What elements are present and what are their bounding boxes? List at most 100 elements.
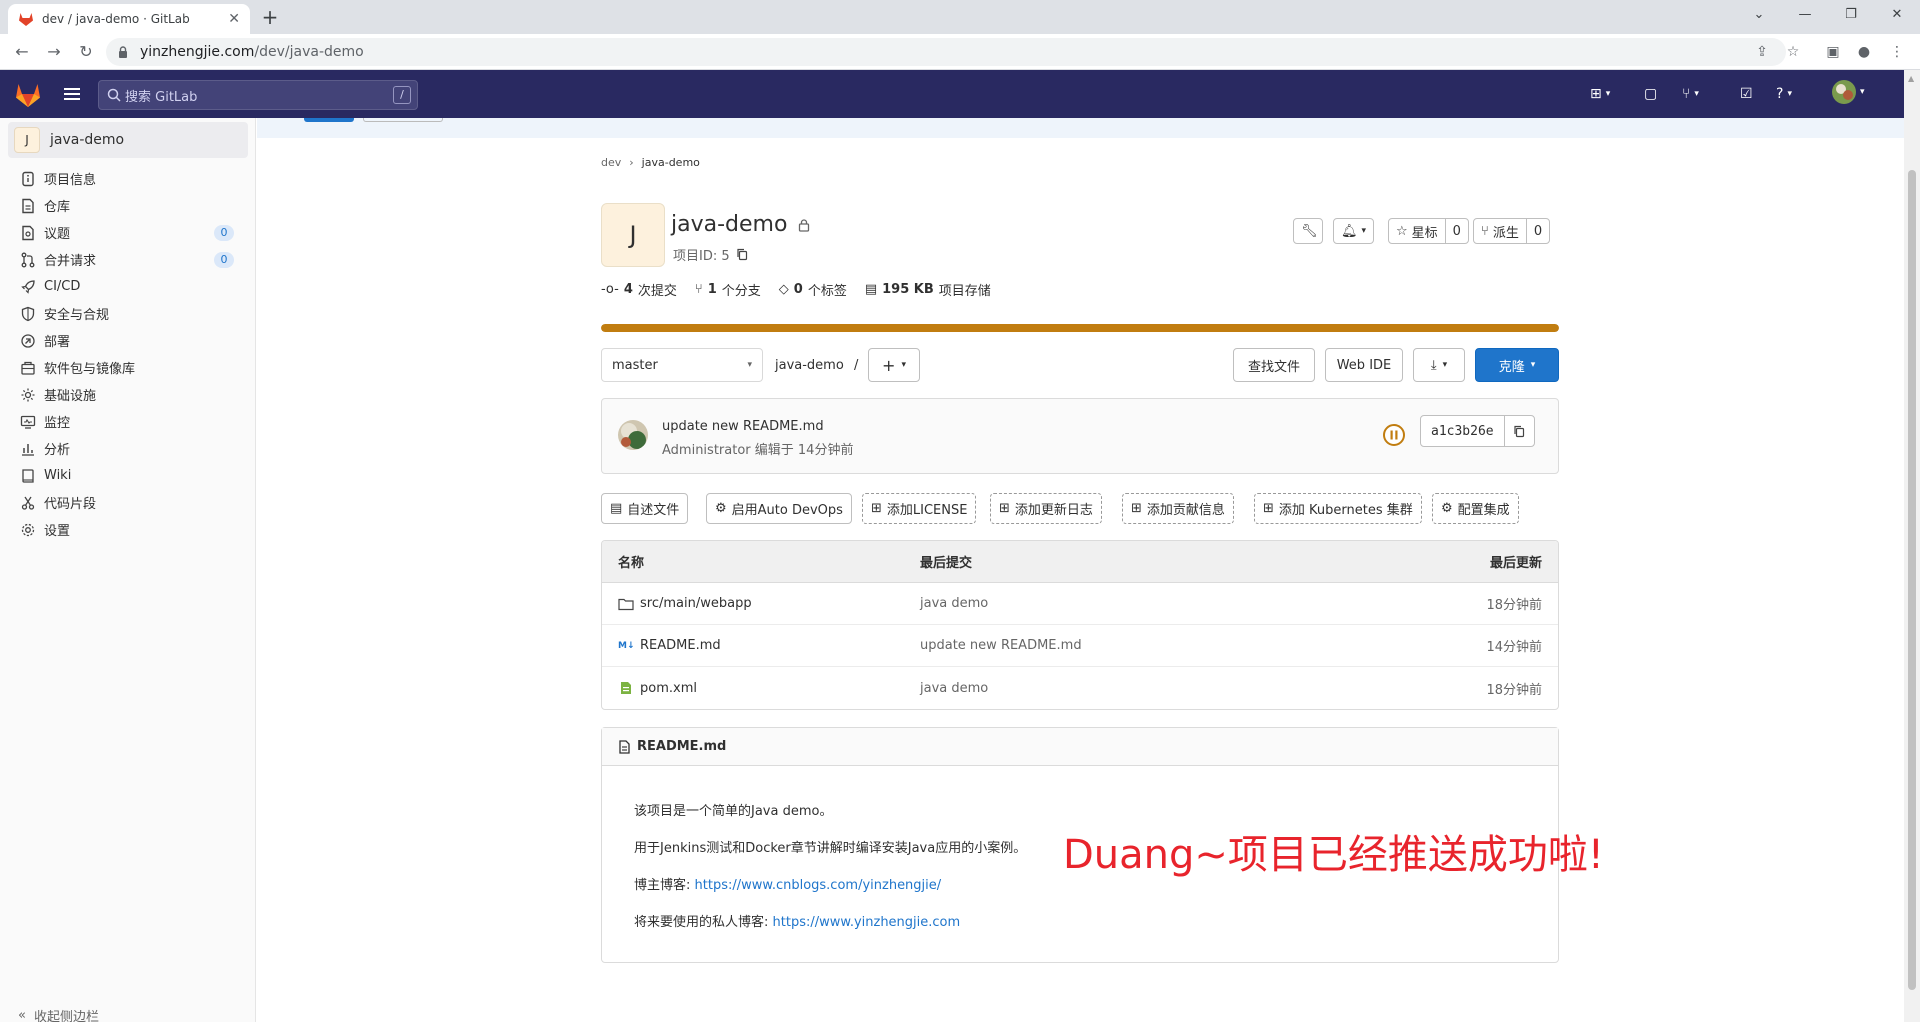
pipeline-status-icon[interactable] [1382,423,1406,447]
gitlab-logo-icon[interactable] [14,82,42,108]
add-to-tree-dropdown[interactable]: + ▾ [868,348,920,382]
back-icon[interactable]: ← [10,40,34,64]
banner-button-primary[interactable] [304,118,354,122]
breadcrumb-project-link[interactable]: java-demo [642,156,700,169]
commit-author-avatar[interactable] [618,420,648,450]
add-license-button[interactable]: ⊞ 添加LICENSE [862,493,977,524]
clone-dropdown[interactable]: 克隆 ▾ [1475,348,1559,382]
table-row[interactable]: pom.xml java demo 18分钟前 [602,667,1558,709]
star-count[interactable]: 0 [1444,219,1468,243]
chart-icon [22,443,34,456]
share-icon[interactable]: ⇪ [1752,42,1772,62]
scroll-up-icon[interactable]: ▲ [1908,74,1914,83]
breadcrumb-group-link[interactable]: dev [601,156,621,169]
page-scrollbar[interactable]: ▲ [1904,70,1920,1022]
url-field[interactable]: yinzhengjie.com/dev/java-demo [106,38,1786,66]
todo-icon[interactable]: ☑ [1740,84,1753,104]
file-name-link[interactable]: README.md [640,638,721,653]
last-commit-panel: update new README.md Administrator 编辑于 1… [601,398,1559,474]
fork-icon: ⑂ [1481,223,1489,239]
file-name-link[interactable]: src/main/webapp [640,596,752,611]
notification-dropdown[interactable]: 🔔︎ ▾ [1333,218,1375,244]
side-panel-icon[interactable]: ▣ [1823,42,1843,62]
blog-link[interactable]: https://www.cnblogs.com/yinzhengjie/ [695,878,942,893]
commit-meta: Administrator 编辑于 14分钟前 [662,439,853,458]
fork-count[interactable]: 0 [1525,219,1549,243]
help-dropdown[interactable]: ? ▾ [1776,84,1792,104]
merge-requests-dropdown[interactable]: ⑂ ▾ [1682,84,1699,104]
hamburger-menu-icon[interactable] [62,84,82,104]
readme-title-link[interactable]: README.md [637,739,726,754]
file-commit-link[interactable]: update new README.md [920,638,1358,653]
gear-icon: ⚙ [715,501,727,516]
close-window-button[interactable]: ✕ [1874,0,1920,30]
restore-button[interactable]: ❐ [1828,0,1874,30]
chevron-down-icon: ▾ [747,360,752,370]
readme-quick-button[interactable]: ▤ 自述文件 [601,493,689,524]
profile-icon[interactable]: ● [1854,42,1874,62]
merge-request-icon [21,252,35,267]
search-input[interactable]: 搜索 GitLab / [98,80,418,110]
sidebar-project-header[interactable]: J java-demo [8,122,248,158]
add-changelog-button[interactable]: ⊞ 添加更新日志 [990,493,1102,524]
monitor-icon [20,415,36,429]
commit-title-link[interactable]: update new README.md [662,419,824,434]
auto-devops-button[interactable]: ⚙ 启用Auto DevOps [706,493,852,524]
file-commit-link[interactable]: java demo [920,596,1358,611]
commit-sha[interactable]: a1c3b26e [1421,424,1504,439]
copy-sha-button[interactable] [1503,416,1534,446]
branches-stat[interactable]: ⑂ 1 个分支 [695,280,761,299]
xml-file-icon [621,682,631,694]
tags-stat[interactable]: ◇ 0 个标签 [779,280,847,299]
browser-tab[interactable]: dev / java-demo · GitLab ✕ [8,4,250,34]
bookmark-star-icon[interactable]: ☆ [1783,42,1803,62]
sidebar-item-label: Wiki [44,468,72,483]
web-ide-button[interactable]: Web IDE [1325,348,1403,382]
plus-square-icon: ⊞ [1590,86,1602,102]
issues-icon[interactable]: ▢ [1644,84,1657,104]
add-contributing-button[interactable]: ⊞ 添加贡献信息 [1122,493,1234,524]
admin-wrench-button[interactable]: 🔧︎ [1293,218,1323,244]
scrollbar-thumb[interactable] [1908,170,1916,990]
storage-stat[interactable]: ▤ 195 KB 项目存储 [865,280,991,299]
copy-icon[interactable] [736,248,749,261]
table-row[interactable]: src/main/webapp java demo 18分钟前 [602,583,1558,625]
commit-author-link[interactable]: Administrator [662,443,751,458]
commits-stat[interactable]: -o- 4 次提交 [601,280,677,299]
help-icon: ? [1776,86,1784,102]
url-path: /dev/java-demo [254,44,364,60]
repo-path-link[interactable]: java-demo [775,358,844,373]
tab-search-icon[interactable]: ⌄ [1736,0,1782,30]
banner-button-secondary[interactable] [363,118,443,122]
configure-integrations-button[interactable]: ⚙ 配置集成 [1432,493,1519,524]
quick-action-label: 添加 Kubernetes 集群 [1278,503,1413,518]
add-kubernetes-button[interactable]: ⊞ 添加 Kubernetes 集群 [1254,493,1422,524]
quick-action-label: 自述文件 [627,503,680,518]
new-tab-button[interactable]: + [258,6,282,30]
table-row[interactable]: M↓ README.md update new README.md 14分钟前 [602,625,1558,667]
sidebar-item-label: CI/CD [44,279,81,294]
close-tab-icon[interactable]: ✕ [228,11,240,27]
quick-action-label: 启用Auto DevOps [731,503,843,518]
fork-button[interactable]: ⑂ 派生 0 [1473,218,1551,244]
create-new-dropdown[interactable]: ⊞ ▾ [1590,84,1610,104]
collapse-sidebar-button[interactable]: « 收起侧边栏 [18,1006,99,1022]
find-file-button[interactable]: 查找文件 [1233,348,1315,382]
branches-count: 1 [707,282,717,297]
private-blog-link[interactable]: https://www.yinzhengjie.com [773,915,961,930]
user-menu[interactable]: ▾ [1832,80,1865,104]
minimize-button[interactable]: — [1782,0,1828,30]
star-button[interactable]: ☆ 星标 0 [1388,218,1469,244]
file-name-link[interactable]: pom.xml [640,681,697,696]
download-dropdown[interactable]: ⤓ ▾ [1413,348,1465,382]
branch-selector[interactable]: master ▾ [601,348,763,382]
more-menu-icon[interactable]: ⋮ [1887,42,1907,62]
file-commit-link[interactable]: java demo [920,681,1358,696]
shield-icon [21,306,35,321]
repository-language-bar [601,324,1559,332]
readme-blog-label: 博主博客: [634,878,695,893]
reload-icon[interactable]: ↻ [74,40,98,64]
forward-icon[interactable]: → [42,40,66,64]
deployments-icon [21,333,35,348]
sidebar-item-settings[interactable]: 设置 [0,513,256,546]
